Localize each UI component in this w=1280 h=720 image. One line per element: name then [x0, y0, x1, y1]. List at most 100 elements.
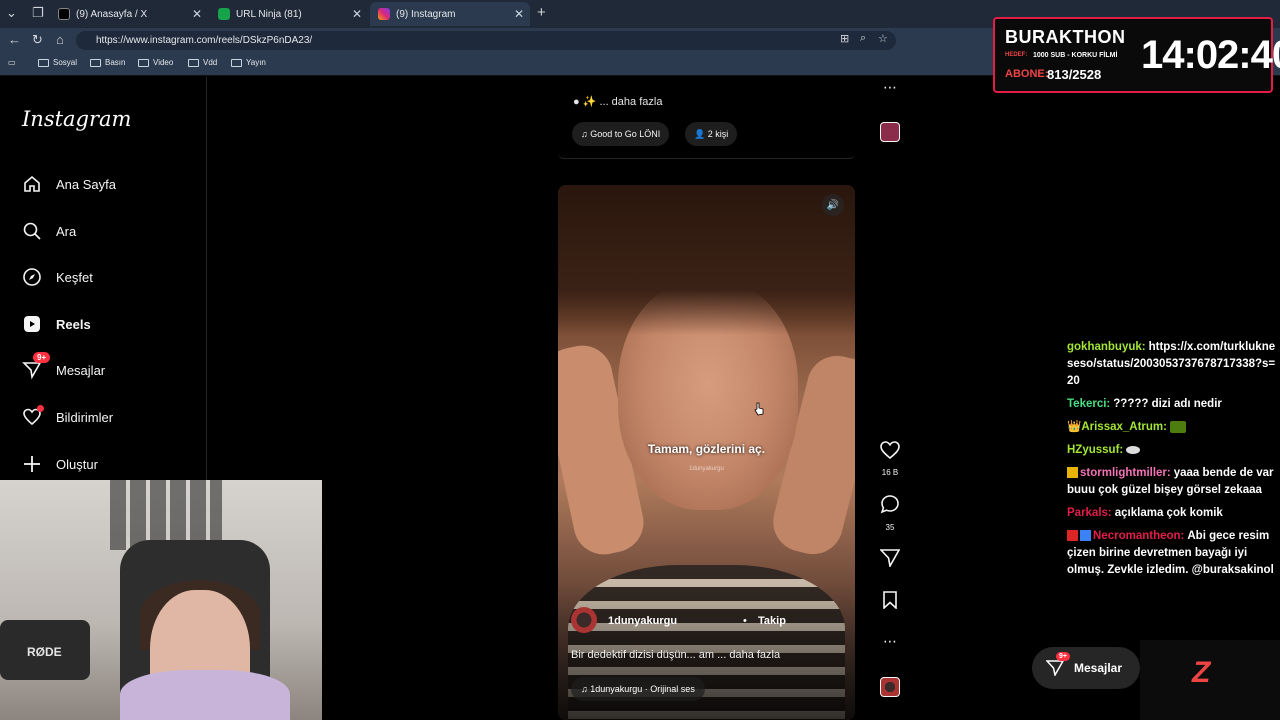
previous-reel-caption[interactable]: ● ✨ ... daha fazla — [573, 95, 662, 108]
like-button[interactable]: 16 B — [878, 441, 902, 477]
tab-instagram[interactable]: (9) Instagram ✕ — [370, 2, 530, 26]
goal-label: HEDEF: — [1005, 52, 1028, 58]
sidebar-item-label: Mesajlar — [56, 362, 106, 378]
compass-icon — [22, 267, 42, 287]
notification-badge: 9+ — [33, 352, 51, 363]
goal-text: 1000 SUB - KORKU FİLMİ — [1033, 52, 1118, 59]
reel-video[interactable]: 🔊 Tamam, gözlerini aç. 1dunyakurgu 1duny… — [558, 185, 855, 720]
bookmark-label: Sosyal — [53, 58, 78, 67]
tab-url-ninja[interactable]: URL Ninja (81) ✕ — [210, 2, 368, 26]
subscriber-count: 813/2528 — [1047, 67, 1102, 82]
favorite-star-icon[interactable]: ☆ — [878, 32, 888, 45]
messages-label: Mesajlar — [1074, 661, 1123, 675]
split-view-icon[interactable]: ⊞ — [840, 32, 849, 45]
sidebar-item-label: Oluştur — [56, 456, 98, 472]
stream-info-overlay: BURAKTHON HEDEF: 1000 SUB - KORKU FİLMİ … — [993, 17, 1280, 93]
sidebar-item-home[interactable]: Ana Sayfa — [22, 170, 116, 198]
instagram-logo[interactable]: Instagram — [22, 107, 131, 131]
chat-username: Necromantheon: — [1093, 530, 1185, 542]
audio-thumbnail[interactable] — [880, 677, 900, 697]
emote-icon — [1169, 420, 1186, 433]
tab-list-icon[interactable]: ⌄ — [6, 5, 17, 21]
search-icon — [22, 221, 42, 241]
new-tab-icon[interactable]: + — [537, 4, 546, 21]
tab-x[interactable]: (9) Anasayfa / X ✕ — [50, 2, 208, 26]
chat-username: HZyussuf: — [1067, 444, 1124, 456]
bookmark-folder-vdd[interactable]: Vdd — [188, 58, 217, 67]
stream-chat: gokhanbuyuk: https://x.com/turklukneseso/… — [1067, 339, 1277, 585]
subscriber-label: ABONE: — [1005, 68, 1049, 80]
sidebar-item-messages[interactable]: 9+ Mesajlar — [22, 352, 106, 384]
notification-badge: 9+ — [1056, 652, 1070, 661]
reading-list-icon[interactable]: ▭ — [8, 58, 16, 67]
chat-username: gokhanbuyuk: — [1067, 341, 1146, 353]
hand-cursor-icon — [754, 402, 764, 416]
close-icon[interactable]: ✕ — [514, 7, 524, 21]
streamer-webcam: RØDE — [0, 480, 322, 720]
chat-message: Necromantheon: Abi gece resim çizen birin… — [1067, 528, 1277, 579]
messenger-icon: 9+ — [22, 352, 51, 380]
author-avatar[interactable] — [571, 607, 597, 633]
tab-title: (9) Anasayfa / X — [76, 8, 148, 20]
volume-icon[interactable]: 🔊 — [822, 194, 844, 216]
folder-icon — [231, 58, 242, 67]
zoom-icon[interactable]: ⌕ — [860, 32, 866, 45]
comment-icon — [880, 495, 899, 514]
sidebar-item-notifications[interactable]: Bildirimler — [22, 403, 113, 431]
badge-icon: 👑 — [1067, 421, 1082, 433]
previous-reel-people[interactable]: 👤 2 kişi — [685, 122, 738, 146]
chat-username: Arissax_Atrum: — [1081, 421, 1167, 433]
bookmark-folder-sosyal[interactable]: Sosyal — [38, 58, 77, 67]
streamer-name: BURAKTHON — [1005, 27, 1126, 47]
reel-caption[interactable]: Bir dedektif dizisi düşün... am ... daha… — [571, 649, 780, 661]
x-logo-icon — [58, 8, 70, 20]
home-icon[interactable]: ⌂ — [56, 32, 64, 47]
video-watermark: 1dunyakurgu — [689, 466, 724, 472]
url-input[interactable]: https://www.instagram.com/reels/DSkzP6nD… — [76, 31, 896, 50]
chat-username: Parkals: — [1067, 507, 1112, 519]
workspaces-icon[interactable]: ❐ — [32, 5, 44, 21]
badge-icon — [1067, 530, 1078, 542]
bookmark-folder-video[interactable]: Video — [138, 58, 173, 67]
streamer-shirt — [120, 670, 290, 720]
chat-text: açıklama çok komik — [1114, 507, 1223, 519]
sidebar-item-label: Reels — [56, 316, 91, 332]
people-count: 2 kişi — [707, 129, 729, 139]
home-icon — [22, 174, 42, 194]
save-button[interactable] — [878, 591, 902, 614]
back-icon[interactable]: ← — [8, 32, 21, 47]
sidebar-item-label: Ana Sayfa — [56, 176, 116, 192]
chat-message: Parkals: açıklama çok komik — [1067, 505, 1277, 522]
emote-icon — [1126, 445, 1141, 454]
comment-button[interactable]: 35 — [878, 494, 902, 532]
previous-reel-song[interactable]: ♫ Good to Go LÖNI — [572, 122, 670, 146]
sidebar-item-search[interactable]: Ara — [22, 217, 76, 245]
previous-audio-thumbnail[interactable] — [880, 122, 900, 142]
chat-message: gokhanbuyuk: https://x.com/turklukneseso/… — [1067, 339, 1277, 390]
reel-audio-link[interactable]: ♫ 1dunyakurgu · Orijinal ses — [571, 677, 705, 701]
share-button[interactable] — [878, 549, 902, 572]
reload-icon[interactable]: ↻ — [32, 32, 43, 48]
sidebar-item-create[interactable]: Oluştur — [22, 450, 98, 478]
z-logo-icon: Z — [1192, 656, 1211, 689]
sidebar-item-reels[interactable]: Reels — [22, 310, 91, 338]
more-options-icon[interactable]: ⋯ — [878, 633, 902, 650]
sidebar-item-label: Keşfet — [56, 269, 93, 285]
close-icon[interactable]: ✕ — [352, 7, 362, 21]
author-username[interactable]: 1dunyakurgu — [608, 615, 677, 627]
channel-logo: Z — [1140, 640, 1280, 720]
bookmark-folder-basin[interactable]: Basın — [90, 58, 125, 67]
folder-icon — [138, 58, 149, 67]
previous-reel-card — [558, 77, 855, 159]
bookmark-folder-yayin[interactable]: Yayın — [231, 58, 266, 67]
messages-floating-button[interactable]: 9+ Mesajlar — [1032, 647, 1140, 689]
sidebar-item-explore[interactable]: Keşfet — [22, 263, 93, 291]
follow-button[interactable]: Takip — [758, 615, 786, 627]
bookmark-icon — [883, 591, 897, 610]
close-icon[interactable]: ✕ — [192, 7, 202, 21]
ninja-icon — [218, 8, 230, 20]
tab-title: URL Ninja (81) — [236, 8, 302, 20]
badge-icon — [1067, 467, 1078, 479]
more-options-icon[interactable]: ⋯ — [878, 79, 902, 96]
video-frame — [558, 185, 855, 335]
